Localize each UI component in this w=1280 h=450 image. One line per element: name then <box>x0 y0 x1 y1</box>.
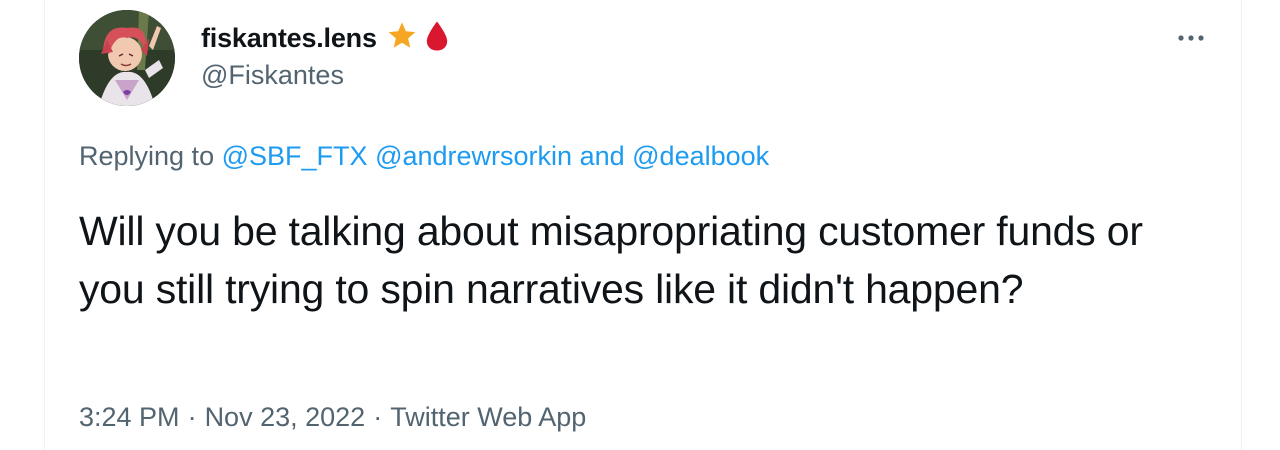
replying-to-label: Replying to <box>79 141 215 171</box>
meta-separator: · <box>187 402 197 432</box>
tweet-time-link[interactable]: 3:24 PM <box>79 402 180 432</box>
star-emoji-icon <box>385 20 419 57</box>
replying-and-connector[interactable]: and <box>580 141 625 171</box>
more-options-button[interactable] <box>1169 20 1213 56</box>
mention-link-sbf-ftx[interactable]: @SBF_FTX <box>222 141 368 171</box>
replying-to-line: Replying to @SBF_FTX @andrewrsorkin and … <box>79 141 769 172</box>
tweet-metadata: 3:24 PM · Nov 23, 2022 · Twitter Web App <box>79 402 586 433</box>
meta-separator: · <box>373 402 383 432</box>
tweet-date-link[interactable]: Nov 23, 2022 <box>205 402 366 432</box>
more-dots-icon <box>1178 35 1204 41</box>
avatar[interactable] <box>79 10 175 106</box>
blood-drop-icon <box>425 20 449 57</box>
author-handle[interactable]: @Fiskantes <box>201 60 344 91</box>
tweet-source-link[interactable]: Twitter Web App <box>390 402 586 432</box>
avatar-image <box>79 10 175 106</box>
author-display-name[interactable]: fiskantes.lens <box>201 23 377 54</box>
tweet-card: fiskantes.lens @Fiskantes Replying to @S… <box>44 0 1242 450</box>
mention-link-andrewrsorkin[interactable]: @andrewrsorkin <box>375 141 572 171</box>
mention-link-dealbook[interactable]: @dealbook <box>632 141 769 171</box>
author-name-row[interactable]: fiskantes.lens <box>201 20 449 56</box>
tweet-text: Will you be talking about misapropriatin… <box>79 208 1143 312</box>
